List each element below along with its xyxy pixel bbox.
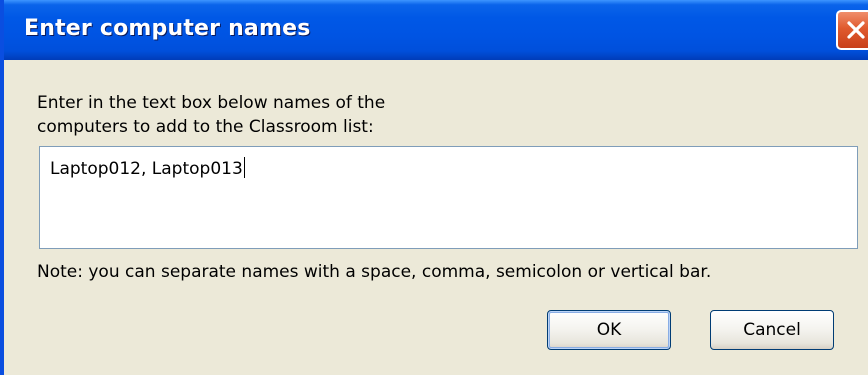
text-caret [243, 157, 245, 178]
prompt-line-1: Enter in the text box below names of the [37, 93, 386, 113]
dialog-body: Enter in the text box below names of the… [4, 60, 868, 375]
close-icon [847, 21, 865, 39]
computer-names-input[interactable]: Laptop012, Laptop013 [39, 146, 858, 249]
computer-names-value: Laptop012, Laptop013 [50, 157, 245, 179]
prompt-line-2: computers to add to the Classroom list: [37, 117, 374, 137]
prompt-text: Enter in the text box below names of the… [37, 91, 637, 139]
ok-button[interactable]: OK [547, 310, 671, 350]
close-button[interactable] [836, 10, 868, 50]
cancel-button[interactable]: Cancel [710, 310, 834, 350]
title-bar[interactable]: Enter computer names [4, 0, 868, 60]
separator-note: Note: you can separate names with a spac… [37, 262, 712, 282]
dialog-title: Enter computer names [24, 16, 311, 41]
dialog-window: Enter computer names Enter in the text b… [0, 0, 868, 375]
